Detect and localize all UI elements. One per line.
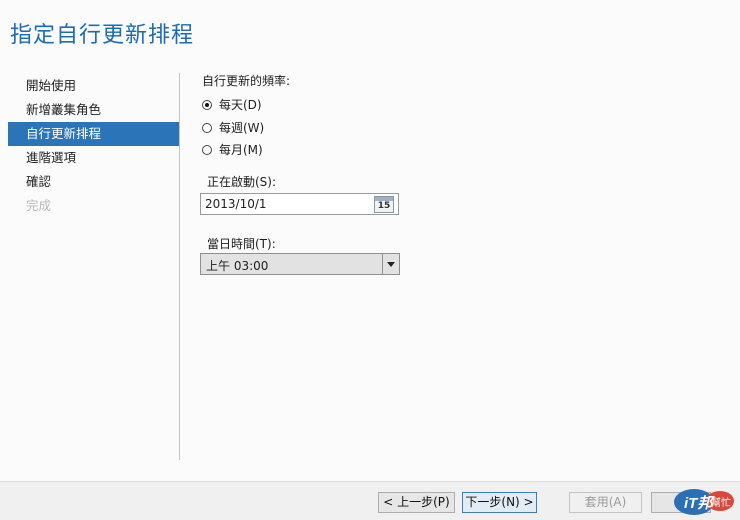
start-date-label: 正在啟動(S): <box>207 175 277 189</box>
radio-daily-button[interactable] <box>202 99 212 110</box>
chevron-down-icon[interactable] <box>382 254 399 274</box>
start-date-field[interactable]: 2013/10/1 15 <box>200 193 399 215</box>
radio-daily-label: 每天(D) <box>219 98 262 112</box>
radio-monthly-label: 每月(M) <box>219 143 263 157</box>
nav-divider <box>179 73 180 460</box>
wizard-nav: 開始使用 新增叢集角色 自行更新排程 進階選項 確認 完成 <box>8 74 179 218</box>
time-of-day-value: 上午 03:00 <box>206 259 269 273</box>
watermark-subtext: 幫忙 <box>711 496 731 509</box>
footer-bar: < 上一步(P) 下一步(N) > 套用(A) <box>0 481 740 520</box>
calendar-icon[interactable]: 15 <box>374 196 394 213</box>
radio-daily[interactable]: 每天(D) <box>202 96 262 113</box>
nav-item-add-cluster-role[interactable]: 新增叢集角色 <box>8 98 179 122</box>
nav-item-get-started[interactable]: 開始使用 <box>8 74 179 98</box>
radio-monthly-button[interactable] <box>202 144 212 155</box>
previous-button[interactable]: < 上一步(P) <box>378 492 455 513</box>
radio-monthly[interactable]: 每月(M) <box>202 141 263 158</box>
nav-item-confirmation[interactable]: 確認 <box>8 170 179 194</box>
radio-weekly[interactable]: 每週(W) <box>202 119 264 136</box>
nav-item-completion: 完成 <box>26 198 52 213</box>
apply-button: 套用(A) <box>569 492 642 513</box>
time-of-day-select[interactable]: 上午 03:00 <box>200 253 400 275</box>
start-date-value: 2013/10/1 <box>205 197 267 211</box>
nav-item-advanced-options[interactable]: 進階選項 <box>8 146 179 170</box>
nav-item-self-update-schedule[interactable]: 自行更新排程 <box>8 122 179 146</box>
radio-weekly-button[interactable] <box>202 122 212 133</box>
radio-weekly-label: 每週(W) <box>219 121 265 135</box>
ithome-watermark-logo: iT邦 幫忙 <box>674 489 734 515</box>
time-of-day-label: 當日時間(T): <box>207 237 276 251</box>
calendar-icon-day: 15 <box>377 201 391 211</box>
next-button[interactable]: 下一步(N) > <box>462 492 537 513</box>
page-title: 指定自行更新排程 <box>10 23 195 48</box>
frequency-label: 自行更新的頻率: <box>202 74 291 88</box>
